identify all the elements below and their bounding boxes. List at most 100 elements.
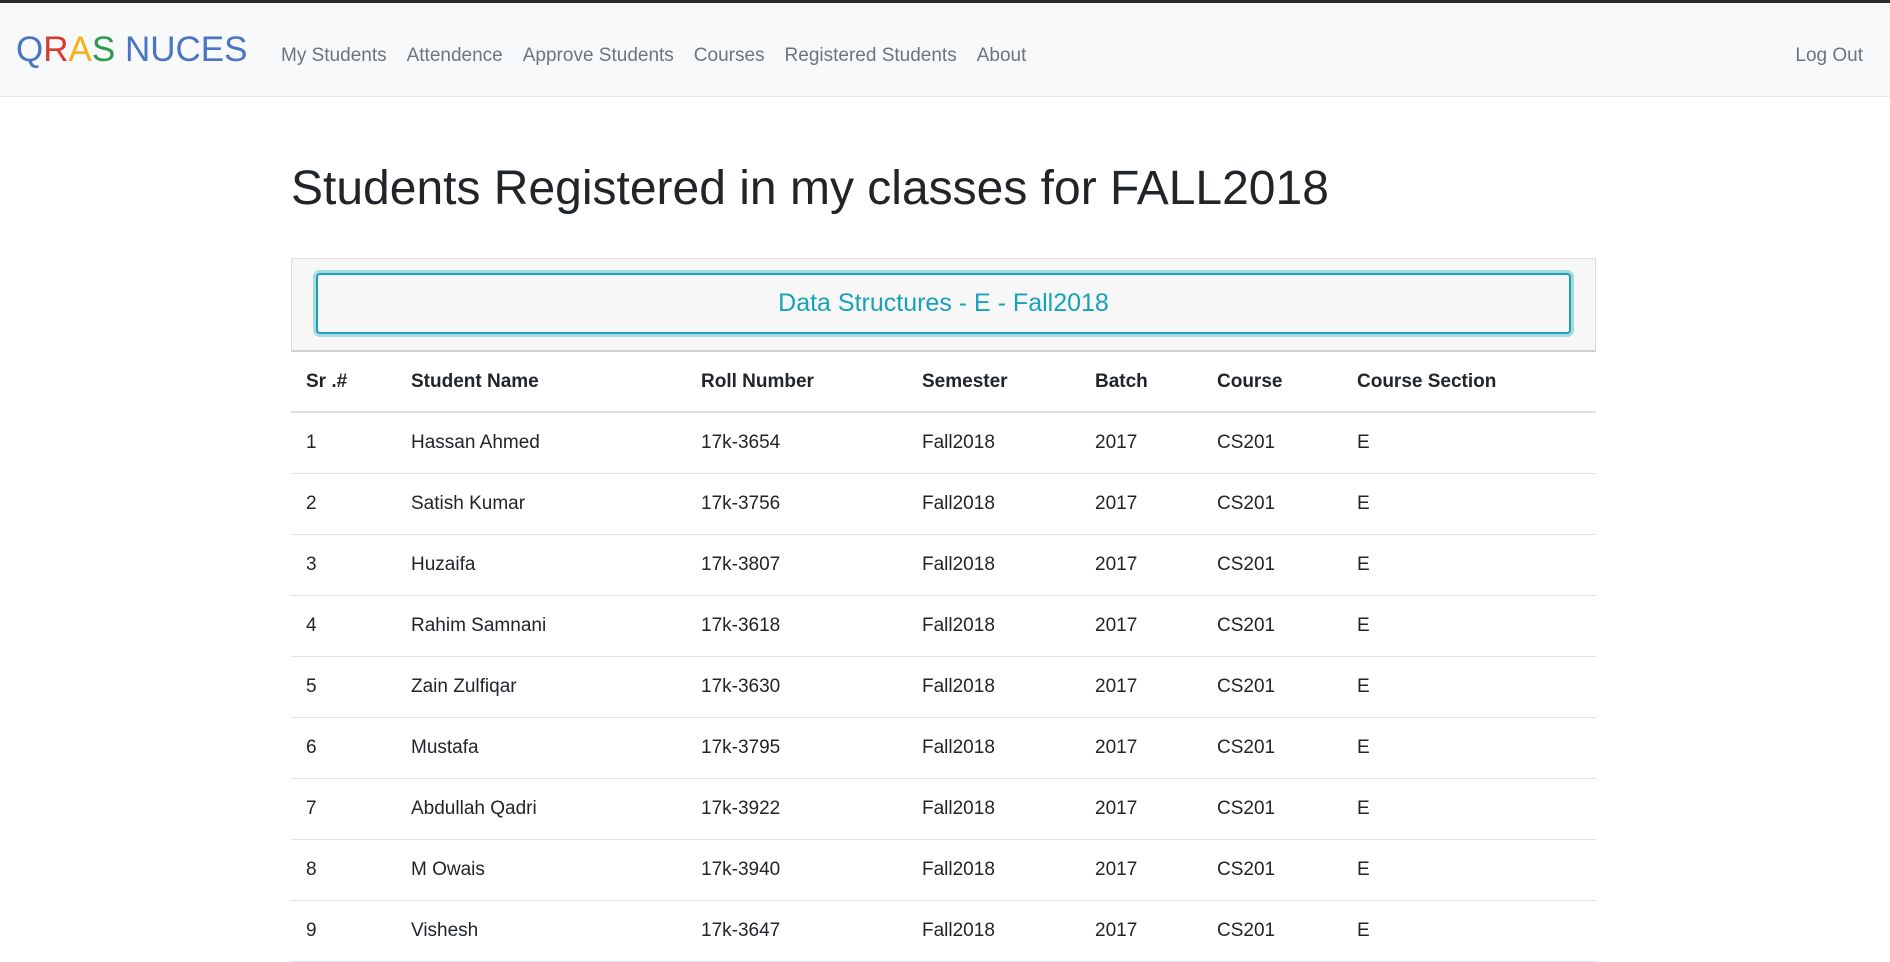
cell-batch: 2017 [1080, 656, 1202, 718]
table-row: 5 Zain Zulfiqar 17k-3630 Fall2018 2017 CS201 E [291, 656, 1596, 718]
table-row: 9 Vishesh 17k-3647 Fall2018 2017 CS201 E [291, 900, 1596, 962]
cell-semester: Fall2018 [907, 900, 1080, 962]
cell-semester: Fall2018 [907, 473, 1080, 535]
cell-sr: 4 [291, 595, 396, 657]
header-batch: Batch [1080, 352, 1202, 413]
cell-course: CS201 [1202, 778, 1342, 840]
cell-sr: 7 [291, 778, 396, 840]
cell-batch: 2017 [1080, 595, 1202, 657]
cell-course-section: E [1342, 473, 1596, 535]
cell-student-name: Huzaifa [396, 534, 686, 596]
nav-links: My Students Attendence Approve Students … [281, 44, 1046, 68]
cell-course: CS201 [1202, 534, 1342, 596]
cell-batch: 2017 [1080, 412, 1202, 474]
students-table-wrapper: Sr .# Student Name Roll Number Semester … [291, 352, 1596, 962]
cell-sr: 8 [291, 839, 396, 901]
header-student-name: Student Name [396, 352, 686, 413]
brand-letter-r: R [43, 30, 69, 69]
cell-student-name: Zain Zulfiqar [396, 656, 686, 718]
cell-course: CS201 [1202, 595, 1342, 657]
cell-semester: Fall2018 [907, 534, 1080, 596]
table-row: 2 Satish Kumar 17k-3756 Fall2018 2017 CS201 E [291, 473, 1596, 535]
cell-student-name: Vishesh [396, 900, 686, 962]
page-title: Students Registered in my classes for FA… [291, 162, 1329, 215]
cell-batch: 2017 [1080, 534, 1202, 596]
cell-student-name: Rahim Samnani [396, 595, 686, 657]
cell-student-name: Hassan Ahmed [396, 412, 686, 474]
logout-link[interactable]: Log Out [1795, 44, 1863, 68]
cell-batch: 2017 [1080, 473, 1202, 535]
cell-sr: 1 [291, 412, 396, 474]
cell-roll-number: 17k-3922 [686, 778, 907, 840]
cell-course-section: E [1342, 534, 1596, 596]
nav-link-about[interactable]: About [977, 44, 1027, 68]
cell-batch: 2017 [1080, 717, 1202, 779]
cell-semester: Fall2018 [907, 778, 1080, 840]
header-course: Course [1202, 352, 1342, 413]
cell-student-name: Abdullah Qadri [396, 778, 686, 840]
nav-link-courses[interactable]: Courses [694, 44, 765, 68]
course-toggle-button[interactable]: Data Structures - E - Fall2018 [316, 273, 1571, 334]
table-row: 6 Mustafa 17k-3795 Fall2018 2017 CS201 E [291, 717, 1596, 779]
cell-roll-number: 17k-3618 [686, 595, 907, 657]
header-semester: Semester [907, 352, 1080, 413]
table-header-row: Sr .# Student Name Roll Number Semester … [291, 352, 1596, 413]
cell-course: CS201 [1202, 900, 1342, 962]
table-row: 3 Huzaifa 17k-3807 Fall2018 2017 CS201 E [291, 534, 1596, 596]
cell-course: CS201 [1202, 412, 1342, 474]
table-body: 1 Hassan Ahmed 17k-3654 Fall2018 2017 CS201 E 2… [291, 412, 1596, 962]
cell-roll-number: 17k-3795 [686, 717, 907, 779]
cell-roll-number: 17k-3807 [686, 534, 907, 596]
cell-batch: 2017 [1080, 778, 1202, 840]
cell-semester: Fall2018 [907, 412, 1080, 474]
cell-sr: 3 [291, 534, 396, 596]
cell-course: CS201 [1202, 473, 1342, 535]
nav-link-my-students[interactable]: My Students [281, 44, 387, 68]
brand-letter-s: S [91, 30, 116, 69]
brand-logo[interactable]: QRAS NUCES [16, 30, 247, 70]
nav-link-approve-students[interactable]: Approve Students [523, 44, 674, 68]
table-row: 4 Rahim Samnani 17k-3618 Fall2018 2017 CS201 E [291, 595, 1596, 657]
cell-batch: 2017 [1080, 839, 1202, 901]
cell-roll-number: 17k-3654 [686, 412, 907, 474]
cell-course-section: E [1342, 778, 1596, 840]
cell-course: CS201 [1202, 656, 1342, 718]
cell-roll-number: 17k-3647 [686, 900, 907, 962]
table-row: 7 Abdullah Qadri 17k-3922 Fall2018 2017 CS201… [291, 778, 1596, 840]
cell-course-section: E [1342, 412, 1596, 474]
cell-sr: 5 [291, 656, 396, 718]
cell-roll-number: 17k-3630 [686, 656, 907, 718]
cell-course: CS201 [1202, 717, 1342, 779]
cell-sr: 6 [291, 717, 396, 779]
cell-course-section: E [1342, 656, 1596, 718]
cell-batch: 2017 [1080, 900, 1202, 962]
header-sr: Sr .# [291, 352, 396, 413]
cell-course: CS201 [1202, 839, 1342, 901]
header-course-section: Course Section [1342, 352, 1596, 413]
header-roll-number: Roll Number [686, 352, 907, 413]
cell-semester: Fall2018 [907, 595, 1080, 657]
brand-letter-q: Q [16, 30, 44, 69]
brand-letter-a: A [68, 30, 92, 69]
cell-semester: Fall2018 [907, 656, 1080, 718]
table-row: 8M Owais 17k-3940 Fall2018 2017 CS201 E [291, 839, 1596, 901]
students-table: Sr .# Student Name Roll Number Semester … [291, 352, 1596, 962]
course-card-header: Data Structures - E - Fall2018 [291, 258, 1596, 352]
cell-semester: Fall2018 [907, 717, 1080, 779]
cell-course-section: E [1342, 717, 1596, 779]
navbar: QRAS NUCES My Students Attendence Approv… [0, 3, 1890, 97]
nav-link-registered-students[interactable]: Registered Students [785, 44, 957, 68]
cell-roll-number: 17k-3756 [686, 473, 907, 535]
cell-roll-number: 17k-3940 [686, 839, 907, 901]
cell-sr: 9 [291, 900, 396, 962]
cell-sr: 2 [291, 473, 396, 535]
cell-student-name: Mustafa [396, 717, 686, 779]
cell-semester: Fall2018 [907, 839, 1080, 901]
cell-course-section: E [1342, 900, 1596, 962]
brand-word-nuces: NUCES [115, 30, 248, 69]
cell-student-name: M Owais [396, 839, 686, 901]
nav-link-attendence[interactable]: Attendence [407, 44, 503, 68]
cell-student-name: Satish Kumar [396, 473, 686, 535]
cell-course-section: E [1342, 839, 1596, 901]
cell-course-section: E [1342, 595, 1596, 657]
